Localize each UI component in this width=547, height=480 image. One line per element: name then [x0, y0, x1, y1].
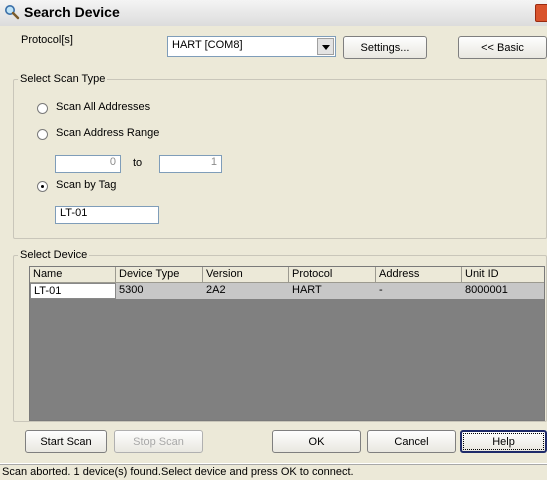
range-to-label: to [133, 157, 143, 169]
column-header-unit-id[interactable]: Unit ID [462, 267, 544, 283]
range-to-input[interactable]: 1 [159, 155, 222, 173]
start-scan-button[interactable]: Start Scan [25, 430, 107, 453]
radio-scan-all[interactable] [37, 103, 48, 114]
cancel-button[interactable]: Cancel [367, 430, 456, 453]
protocol-select-value: HART [COM8] [172, 39, 243, 51]
chevron-down-icon[interactable] [317, 38, 334, 55]
column-header-address[interactable]: Address [376, 267, 462, 283]
dialog-body: Protocol[s] HART [COM8] Settings... << B… [0, 26, 547, 480]
column-header-version[interactable]: Version [203, 267, 289, 283]
range-from-input[interactable]: 0 [55, 155, 121, 173]
tag-input[interactable]: LT-01 [55, 206, 159, 224]
scan-tag-label: Scan by Tag [56, 179, 117, 191]
radio-scan-range[interactable] [37, 129, 48, 140]
status-bar: Scan aborted. 1 device(s) found.Select d… [0, 464, 547, 480]
basic-button[interactable]: << Basic [458, 36, 547, 59]
help-button[interactable]: Help [460, 430, 547, 453]
ok-button[interactable]: OK [272, 430, 361, 453]
cell-device-type[interactable]: 5300 [116, 283, 203, 299]
status-text: Scan aborted. 1 device(s) found.Select d… [2, 466, 354, 478]
cell-version[interactable]: 2A2 [203, 283, 289, 299]
cell-name[interactable]: LT-01 [30, 283, 116, 299]
column-header-device-type[interactable]: Device Type [116, 267, 203, 283]
scan-all-label: Scan All Addresses [56, 101, 151, 113]
scan-type-title: Select Scan Type [18, 73, 108, 85]
device-table[interactable]: Name Device Type Version Protocol Addres… [29, 266, 545, 421]
radio-scan-tag[interactable] [37, 181, 48, 192]
stop-scan-button[interactable]: Stop Scan [114, 430, 203, 453]
protocol-select[interactable]: HART [COM8] [167, 36, 336, 57]
scan-range-label: Scan Address Range [56, 127, 160, 139]
cell-address[interactable]: - [376, 283, 462, 299]
cell-protocol[interactable]: HART [289, 283, 376, 299]
search-icon [4, 4, 20, 20]
select-device-title: Select Device [18, 249, 90, 261]
close-icon[interactable] [535, 4, 547, 22]
title-bar: Search Device [0, 0, 547, 27]
window-title: Search Device [24, 4, 120, 20]
column-header-protocol[interactable]: Protocol [289, 267, 376, 283]
column-header-name[interactable]: Name [30, 267, 116, 283]
table-row[interactable]: LT-01 5300 2A2 HART - 8000001 [30, 283, 544, 299]
protocol-label: Protocol[s] [21, 34, 73, 46]
cell-unit-id[interactable]: 8000001 [462, 283, 544, 299]
settings-button[interactable]: Settings... [343, 36, 427, 59]
table-header: Name Device Type Version Protocol Addres… [30, 267, 544, 283]
